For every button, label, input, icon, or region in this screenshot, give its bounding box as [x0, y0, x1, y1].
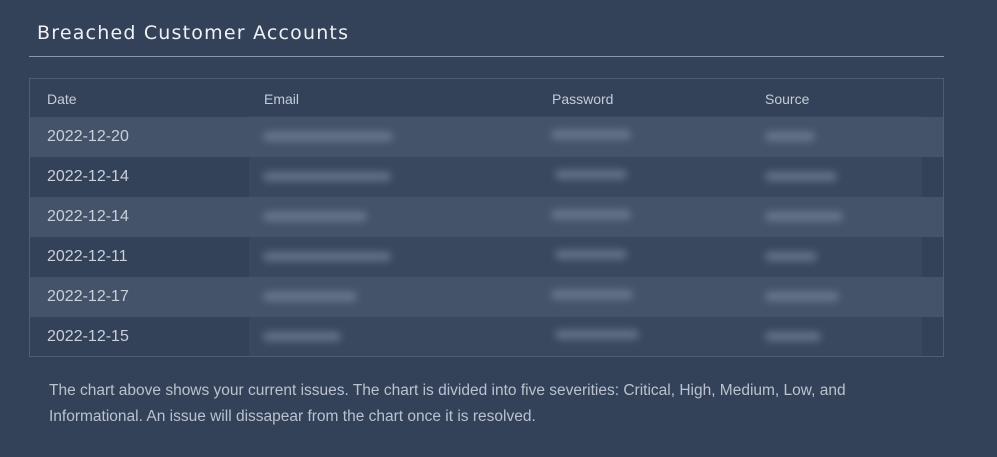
column-header-password: Password [552, 91, 614, 107]
breached-accounts-table: Date Email Password Source 2022-12-20 20… [29, 78, 944, 357]
redacted-source [765, 132, 815, 141]
column-header-date: Date [47, 91, 77, 107]
redacted-password [555, 170, 627, 179]
redacted-password [551, 290, 633, 299]
column-header-email: Email [264, 91, 300, 107]
redacted-source [765, 172, 837, 181]
section-title: Breached Customer Accounts [37, 22, 350, 44]
date-cell: 2022-12-15 [47, 328, 129, 345]
date-cell: 2022-12-17 [47, 288, 129, 305]
redacted-password [555, 250, 627, 259]
redacted-email [263, 172, 391, 181]
date-cell: 2022-12-20 [47, 128, 129, 145]
date-cell: 2022-12-14 [47, 168, 129, 185]
redacted-email [263, 212, 367, 221]
redacted-source [765, 292, 839, 301]
redacted-email [263, 132, 393, 141]
title-divider [29, 56, 944, 57]
date-cell: 2022-12-14 [47, 208, 129, 225]
redacted-source [765, 332, 821, 341]
column-header-source: Source [765, 91, 810, 107]
date-cell: 2022-12-11 [47, 248, 128, 265]
table-header: Date Email Password Source [30, 79, 943, 117]
redacted-password [551, 210, 631, 219]
redacted-email [263, 332, 341, 341]
redacted-email [263, 252, 391, 261]
redacted-password [555, 330, 639, 339]
chart-description-text: The chart above shows your current issue… [49, 382, 846, 425]
redacted-source [765, 212, 843, 221]
redacted-email [263, 292, 357, 301]
redacted-credentials-overlay [249, 116, 922, 356]
redacted-password [551, 130, 631, 139]
redacted-source [765, 252, 817, 261]
